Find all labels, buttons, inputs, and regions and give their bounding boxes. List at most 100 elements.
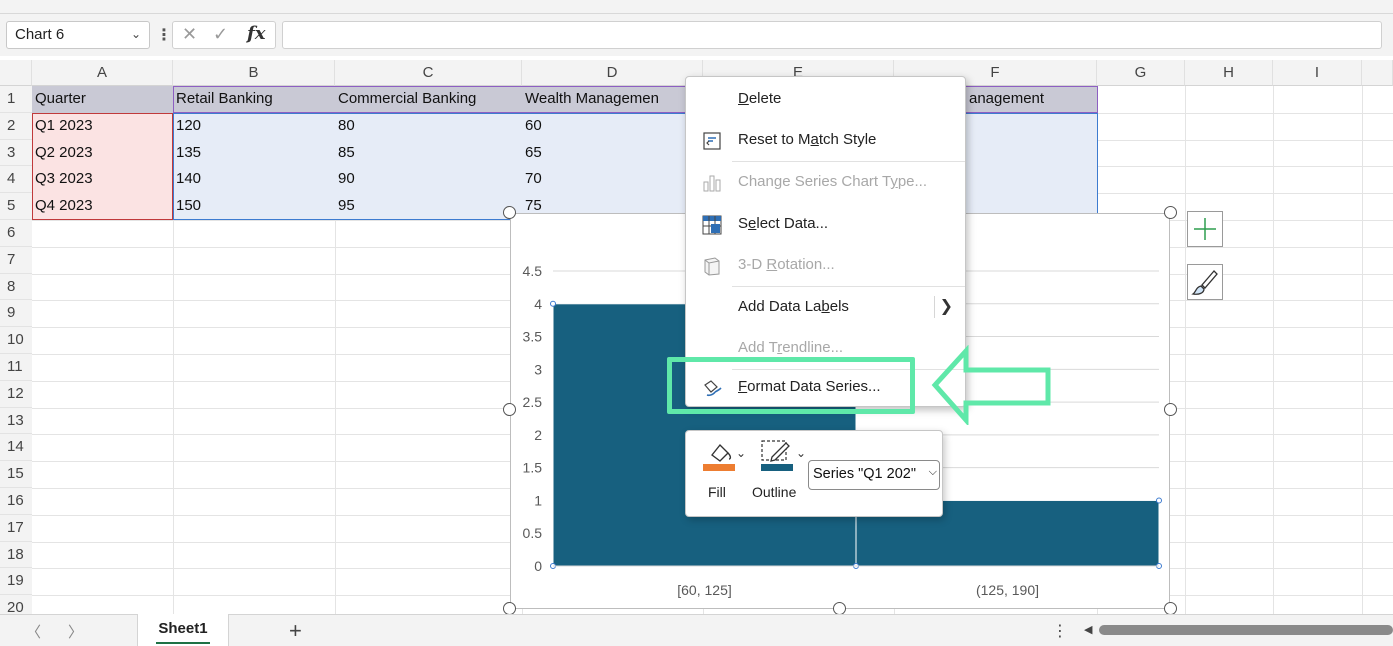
more-options-icon[interactable]: ⋮ [156,25,172,45]
data-cell[interactable]: 85 [335,140,522,167]
row-header-12[interactable]: 12 [0,380,32,408]
header-cell[interactable]: Commercial Banking [335,86,522,113]
menu-item-delete[interactable]: Delete [686,79,965,120]
menu-item-label: Delete [738,90,782,107]
scroll-left-icon[interactable]: 〈 [26,621,41,642]
header-cell[interactable]: anagement [966,86,1096,113]
y-tick-label: 2 [534,427,542,443]
column-header-d[interactable]: D [522,60,703,86]
excel-window: Chart 6 ⌄ ⋮ ✕ ✓ fx ABCDEFGHI 1 2 3 4 5 6 7 8 9 10… [0,0,1393,646]
chevron-down-icon[interactable]: ⌄ [131,27,141,41]
row-header-7[interactable]: 7 [0,246,32,274]
data-cell[interactable]: 80 [335,113,522,140]
row-header-5[interactable]: 5 [0,193,32,220]
row-header-13[interactable]: 13 [0,407,32,435]
column-header-h[interactable]: H [1185,60,1273,86]
column-header-i[interactable]: I [1273,60,1362,86]
horizontal-scrollbar[interactable] [1099,625,1393,635]
header-cell[interactable]: Retail Banking [173,86,335,113]
data-cell[interactable]: Q3 2023 [32,166,173,193]
column-header-g[interactable]: G [1097,60,1185,86]
series-selector-value: Series "Q1 202" [813,466,916,482]
series-selector-dropdown[interactable]: Series "Q1 202" ⌵ [808,460,940,490]
row-header-8[interactable]: 8 [0,273,32,301]
check-icon[interactable]: ✓ [213,24,228,45]
add-sheet-icon[interactable]: + [289,618,302,644]
column-header-a[interactable]: A [32,60,173,86]
y-tick-label: 0 [534,558,542,574]
data-cell[interactable]: Q4 2023 [32,193,173,220]
row-header-11[interactable]: 11 [0,354,32,381]
scroll-right-icon[interactable]: 〉 [68,621,83,642]
data-cell[interactable]: 95 [335,193,522,220]
select-all-corner[interactable] [0,60,32,86]
y-tick-label: 1 [534,492,542,508]
chevron-down-icon: ⌵ [928,466,937,478]
y-tick-label: 2.5 [523,394,543,410]
more-options-icon[interactable]: ⋮ [1052,621,1068,641]
insert-function-icon[interactable]: fx [247,23,265,44]
chevron-right-icon[interactable]: ❯ [940,296,953,316]
fill-label: Fill [708,484,726,500]
menu-item-reset-to-match-style[interactable]: Reset to Match Style [686,120,965,161]
row-header-9[interactable]: 9 [0,300,32,328]
menu-item-3d-rotation: 3-D Rotation... [686,245,965,286]
rotation-icon [704,257,720,276]
data-cell[interactable]: Q2 2023 [32,140,173,167]
column-header-overflow[interactable] [1362,60,1393,86]
scroll-left-arrow-icon[interactable]: ◀ [1084,623,1092,636]
data-cell[interactable]: 150 [173,193,335,220]
menu-item-label: Add Trendline... [738,339,844,356]
row-header-19[interactable]: 19 [0,568,32,596]
annotation-highlight-box [667,357,915,414]
row-header-15[interactable]: 15 [0,461,32,488]
data-cell[interactable]: Q1 2023 [32,113,173,140]
resize-handle-left[interactable] [503,403,516,416]
y-tick-label: 1.5 [523,460,543,476]
row-header-10[interactable]: 10 [0,327,32,354]
mini-toolbar: ⌄ Fill ⌄ Outline Series "Q1 202" ⌵ [685,430,943,517]
cancel-icon[interactable]: ✕ [182,24,197,45]
outline-label: Outline [752,484,797,500]
menu-item-change-series-chart-type: Change Series Chart Type... [686,162,965,203]
row-header-14[interactable]: 14 [0,434,32,462]
row-header-6[interactable]: 6 [0,220,32,247]
data-cell[interactable]: 120 [173,113,335,140]
y-tick-label: 4 [534,296,542,312]
gridline-col [1362,86,1363,614]
row-header-1[interactable]: 1 [0,86,32,113]
row-header-17[interactable]: 17 [0,514,32,542]
row-header-18[interactable]: 18 [0,541,32,569]
menu-item-select-data[interactable]: Select Data... [686,204,965,245]
sheet-tab-sheet1[interactable]: Sheet1 [137,614,229,646]
resize-handle-right[interactable] [1164,403,1177,416]
submenu-divider [934,296,935,318]
formula-input[interactable] [282,21,1382,49]
chart-styles-button[interactable] [1187,264,1223,300]
column-header-c[interactable]: C [335,60,522,86]
header-cell[interactable]: Quarter [32,86,173,113]
series-selection-marker [1156,497,1162,504]
outline-button[interactable]: ⌄ [760,439,806,475]
svg-text:⌄: ⌄ [736,446,746,460]
data-cell[interactable]: 90 [335,166,522,193]
resize-handle-top-right[interactable] [1164,206,1177,219]
fill-button[interactable]: ⌄ [702,439,746,475]
data-cell[interactable]: 65 [522,140,687,167]
data-cell[interactable]: 60 [522,113,687,140]
row-header-3[interactable]: 3 [0,139,32,167]
data-cell[interactable]: 135 [173,140,335,167]
name-box[interactable]: Chart 6 ⌄ [6,21,150,49]
paintbrush-icon [1191,270,1218,295]
menu-item-add-data-labels[interactable]: Add Data Labels ❯ [686,287,965,328]
column-header-b[interactable]: B [173,60,335,86]
row-header-4[interactable]: 4 [0,166,32,194]
data-cell[interactable]: 70 [522,166,687,193]
header-cell[interactable]: Wealth Managemen [522,86,687,113]
chart-elements-button[interactable] [1187,211,1223,247]
formula-controls: ✕ ✓ fx [172,21,276,49]
data-cell[interactable]: 140 [173,166,335,193]
resize-handle-top-left[interactable] [503,206,516,219]
row-header-16[interactable]: 16 [0,488,32,515]
row-header-2[interactable]: 2 [0,112,32,140]
